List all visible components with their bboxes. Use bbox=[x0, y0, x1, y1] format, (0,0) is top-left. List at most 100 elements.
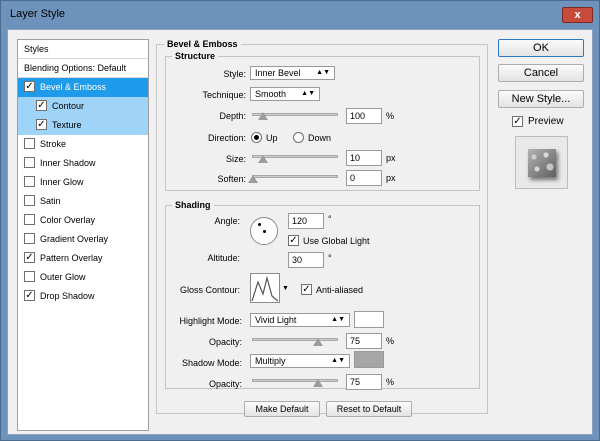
structure-title: Structure bbox=[172, 51, 219, 61]
technique-select-value: Smooth bbox=[255, 89, 287, 99]
title-bar[interactable]: Layer Style x bbox=[1, 1, 599, 28]
checkbox-inner-shadow[interactable] bbox=[24, 157, 35, 169]
highlight-opacity-slider[interactable] bbox=[252, 338, 338, 341]
checkbox-contour[interactable]: ✓ bbox=[36, 100, 47, 112]
depth-slider-thumb[interactable] bbox=[258, 112, 268, 120]
gloss-contour-dropdown-icon[interactable]: ▼ bbox=[282, 285, 289, 292]
style-item-label: Gradient Overlay bbox=[40, 234, 109, 244]
size-unit: px bbox=[386, 153, 396, 163]
updown-arrow-icon: ▲▼ bbox=[301, 90, 315, 97]
anti-aliased-label: Anti-aliased bbox=[316, 285, 364, 295]
direction-down-label: Down bbox=[308, 133, 332, 143]
blending-options-item[interactable]: Blending Options: Default bbox=[18, 59, 148, 78]
depth-unit: % bbox=[386, 111, 395, 121]
technique-select[interactable]: Smooth ▲▼ bbox=[250, 87, 320, 101]
checkbox-gradient-overlay[interactable] bbox=[24, 233, 35, 245]
style-item-gradient-overlay[interactable]: Gradient Overlay bbox=[18, 230, 148, 249]
make-default-button[interactable]: Make Default bbox=[244, 401, 320, 417]
angle-input[interactable]: 120 bbox=[288, 213, 324, 229]
angle-dial[interactable] bbox=[250, 217, 278, 245]
shadow-color-swatch[interactable] bbox=[354, 351, 384, 368]
soften-label: Soften: bbox=[217, 174, 246, 184]
checkbox-pattern-overlay[interactable]: ✓ bbox=[24, 252, 35, 264]
anti-aliased-checkbox[interactable]: ✓ bbox=[301, 284, 312, 295]
style-label: Style: bbox=[223, 69, 246, 79]
altitude-label: Altitude: bbox=[207, 253, 240, 263]
global-light-label: Use Global Light bbox=[303, 236, 370, 246]
bevel-emboss-panel: Bevel & Emboss Structure Style: Inner Be… bbox=[156, 39, 491, 431]
style-item-label: Satin bbox=[40, 196, 61, 206]
style-item-color-overlay[interactable]: Color Overlay bbox=[18, 211, 148, 230]
highlight-color-swatch[interactable] bbox=[354, 311, 384, 328]
style-item-label: Texture bbox=[52, 120, 82, 130]
style-item-inner-shadow[interactable]: Inner Shadow bbox=[18, 154, 148, 173]
highlight-opacity-label: Opacity: bbox=[208, 337, 242, 347]
style-item-label: Color Overlay bbox=[40, 215, 96, 225]
shadow-opacity-slider[interactable] bbox=[252, 379, 338, 382]
shadow-opacity-input[interactable]: 75 bbox=[346, 374, 382, 390]
shadow-mode-value: Multiply bbox=[255, 356, 286, 366]
checkbox-satin[interactable] bbox=[24, 195, 35, 207]
style-select[interactable]: Inner Bevel ▲▼ bbox=[250, 66, 335, 80]
new-style-button[interactable]: New Style... bbox=[498, 90, 584, 108]
size-slider-thumb[interactable] bbox=[258, 155, 268, 163]
shadow-opacity-thumb[interactable] bbox=[313, 379, 323, 387]
highlight-opacity-thumb[interactable] bbox=[313, 338, 323, 346]
styles-header[interactable]: Styles bbox=[18, 40, 148, 59]
size-label: Size: bbox=[225, 154, 246, 164]
dialog-body: Styles Blending Options: Default ✓ Bevel … bbox=[7, 29, 593, 435]
style-item-satin[interactable]: Satin bbox=[18, 192, 148, 211]
window-title: Layer Style bbox=[10, 8, 66, 20]
reset-to-default-button[interactable]: Reset to Default bbox=[326, 401, 412, 417]
style-item-stroke[interactable]: Stroke bbox=[18, 135, 148, 154]
style-item-outer-glow[interactable]: Outer Glow bbox=[18, 268, 148, 287]
technique-label: Technique: bbox=[202, 90, 246, 100]
soften-unit: px bbox=[386, 173, 396, 183]
angle-label: Angle: bbox=[214, 216, 240, 226]
global-light-checkbox[interactable]: ✓ bbox=[288, 235, 299, 246]
checkbox-drop-shadow[interactable]: ✓ bbox=[24, 290, 35, 302]
checkbox-texture[interactable]: ✓ bbox=[36, 119, 47, 131]
depth-input[interactable]: 100 bbox=[346, 108, 382, 124]
altitude-input[interactable]: 30 bbox=[288, 252, 324, 268]
checkbox-bevel-emboss[interactable]: ✓ bbox=[24, 81, 35, 93]
checkbox-color-overlay[interactable] bbox=[24, 214, 35, 226]
soften-input[interactable]: 0 bbox=[346, 170, 382, 186]
updown-arrow-icon: ▲▼ bbox=[331, 316, 345, 323]
style-item-label: Inner Glow bbox=[40, 177, 84, 187]
gloss-contour-icon bbox=[251, 275, 279, 302]
direction-up-radio[interactable] bbox=[251, 132, 262, 143]
style-item-contour[interactable]: ✓ Contour bbox=[18, 97, 148, 116]
shadow-opacity-label: Opacity: bbox=[208, 379, 242, 389]
highlight-opacity-unit: % bbox=[386, 336, 395, 346]
style-item-inner-glow[interactable]: Inner Glow bbox=[18, 173, 148, 192]
updown-arrow-icon: ▲▼ bbox=[331, 357, 345, 364]
style-item-drop-shadow[interactable]: ✓ Drop Shadow bbox=[18, 287, 148, 306]
checkbox-inner-glow[interactable] bbox=[24, 176, 35, 188]
ok-button[interactable]: OK bbox=[498, 39, 584, 57]
altitude-unit: ° bbox=[328, 253, 332, 263]
highlight-mode-select[interactable]: Vivid Light ▲▼ bbox=[250, 313, 350, 327]
style-item-texture[interactable]: ✓ Texture bbox=[18, 116, 148, 135]
shadow-mode-select[interactable]: Multiply ▲▼ bbox=[250, 354, 350, 368]
preview-label: Preview bbox=[528, 116, 564, 127]
direction-label: Direction: bbox=[207, 133, 246, 143]
direction-down-radio[interactable] bbox=[293, 132, 304, 143]
style-item-label: Inner Shadow bbox=[40, 158, 96, 168]
style-item-pattern-overlay[interactable]: ✓ Pattern Overlay bbox=[18, 249, 148, 268]
soften-slider-thumb[interactable] bbox=[248, 175, 258, 183]
highlight-opacity-input[interactable]: 75 bbox=[346, 333, 382, 349]
style-item-bevel-emboss[interactable]: ✓ Bevel & Emboss bbox=[18, 78, 148, 97]
highlight-mode-label: Highlight Mode: bbox=[179, 316, 242, 326]
checkbox-stroke[interactable] bbox=[24, 138, 35, 150]
preview-checkbox[interactable]: ✓ bbox=[512, 116, 523, 127]
gloss-contour-preview[interactable] bbox=[250, 273, 280, 303]
highlight-mode-value: Vivid Light bbox=[255, 315, 297, 325]
soften-slider[interactable] bbox=[252, 175, 338, 178]
checkbox-outer-glow[interactable] bbox=[24, 271, 35, 283]
shading-title: Shading bbox=[172, 200, 214, 210]
layer-style-dialog: Layer Style x Styles Blending Options: D… bbox=[0, 0, 600, 441]
size-input[interactable]: 10 bbox=[346, 150, 382, 166]
cancel-button[interactable]: Cancel bbox=[498, 64, 584, 82]
close-button[interactable]: x bbox=[562, 7, 593, 23]
